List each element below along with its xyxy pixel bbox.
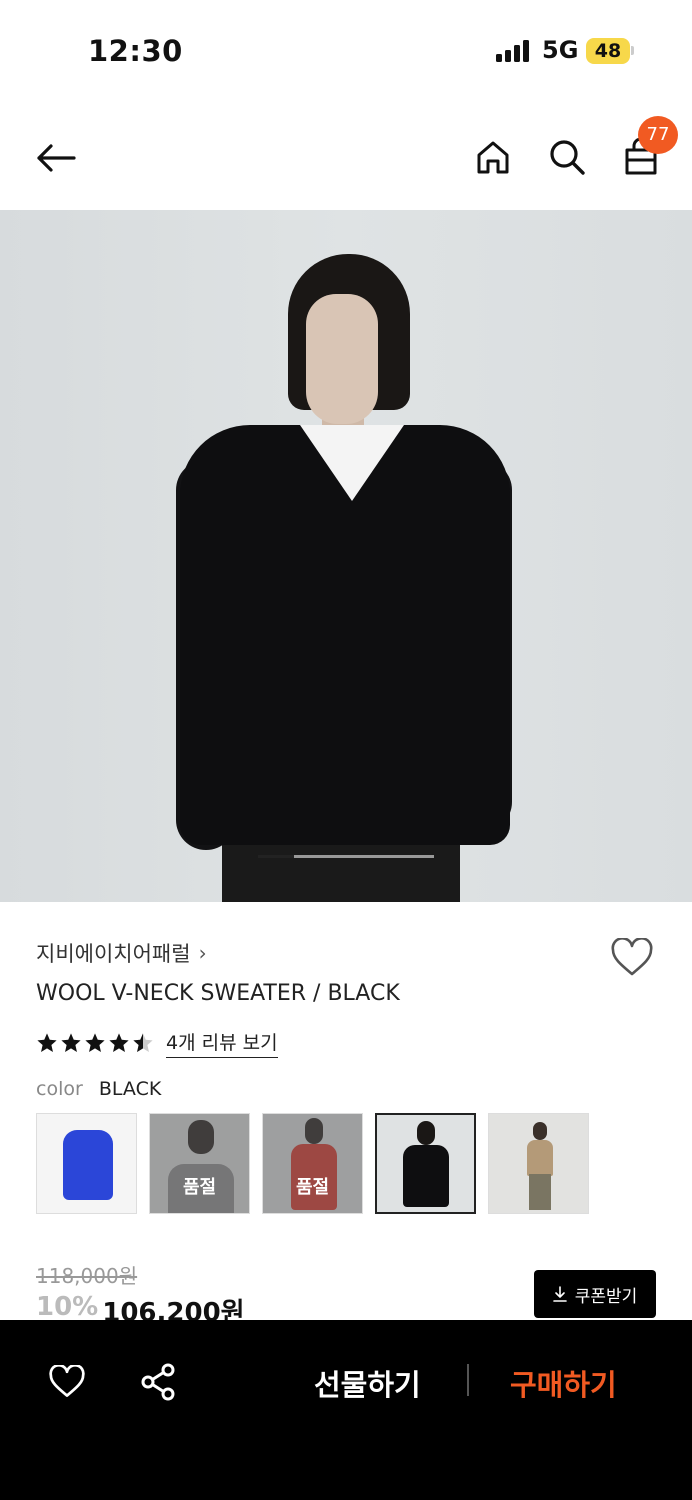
color-row: color BLACK [36, 1078, 161, 1100]
image-face [306, 294, 378, 424]
review-link[interactable]: 4개 리뷰 보기 [166, 1028, 278, 1058]
cart-count-badge: 77 [638, 116, 678, 154]
star-icon [85, 1033, 105, 1052]
home-icon [477, 141, 509, 174]
color-value: BLACK [98, 1078, 162, 1100]
brand-link[interactable]: 지비에이치어패럴 › [36, 938, 207, 968]
star-icon [109, 1033, 129, 1052]
star-icon [61, 1033, 81, 1052]
bottom-action-bar: 선물하기 구매하기 [0, 1320, 692, 1500]
color-swatches: 품절 품절 [36, 1113, 589, 1214]
swatch-beige-legs [529, 1174, 551, 1210]
swatch-blue[interactable] [36, 1113, 137, 1214]
star-icon [37, 1033, 57, 1052]
chevron-right-icon: › [198, 941, 207, 965]
gift-button[interactable]: 선물하기 [314, 1362, 421, 1404]
wishlist-button[interactable] [606, 932, 658, 984]
swatch-beige-image [527, 1140, 553, 1176]
bar-divider [467, 1364, 469, 1396]
home-button[interactable] [470, 134, 516, 180]
share-button[interactable] [136, 1360, 180, 1404]
star-half-icon [133, 1033, 153, 1052]
top-nav [0, 108, 692, 208]
swatch-blue-image [63, 1130, 113, 1200]
swatch-red[interactable]: 품절 [262, 1113, 363, 1214]
heart-icon [611, 938, 653, 976]
product-image[interactable] [0, 210, 692, 902]
swatch-black-image [403, 1145, 449, 1207]
coupon-button[interactable]: 쿠폰받기 [534, 1270, 656, 1318]
soldout-label: 품절 [263, 1114, 362, 1213]
original-price: 118,000원 [36, 1264, 138, 1288]
swatch-black-head [417, 1121, 435, 1145]
share-icon [141, 1363, 175, 1401]
product-title: WOOL V-NECK SWEATER / BLACK [36, 981, 400, 1006]
search-button[interactable] [544, 134, 590, 180]
swatch-beige-head [533, 1122, 547, 1140]
status-time: 12:30 [88, 34, 183, 68]
swatch-beige[interactable] [488, 1113, 589, 1214]
buy-button[interactable]: 구매하기 [510, 1362, 617, 1404]
swatch-grey[interactable]: 품절 [149, 1113, 250, 1214]
search-icon [550, 140, 585, 175]
brand-name: 지비에이치어패럴 [36, 942, 191, 966]
back-button[interactable] [30, 136, 82, 180]
image-pager [258, 855, 434, 858]
heart-icon [49, 1365, 85, 1397]
color-label: color [36, 1078, 83, 1100]
arrow-left-icon [37, 144, 76, 172]
network-type: 5G [542, 36, 579, 64]
rating-row: 4개 리뷰 보기 [36, 1028, 278, 1058]
swatch-black[interactable] [375, 1113, 476, 1214]
battery-icon: 48 [586, 38, 630, 64]
image-pager-thumb [258, 855, 294, 858]
battery-cap [631, 46, 634, 55]
signal-icon [496, 40, 529, 62]
download-icon [552, 1286, 567, 1302]
status-bar: 12:30 5G 48 [0, 0, 692, 100]
coupon-label: 쿠폰받기 [574, 1286, 638, 1307]
soldout-label: 품절 [150, 1114, 249, 1213]
rating-stars [36, 1032, 154, 1054]
bottom-wishlist-button[interactable] [44, 1360, 90, 1404]
